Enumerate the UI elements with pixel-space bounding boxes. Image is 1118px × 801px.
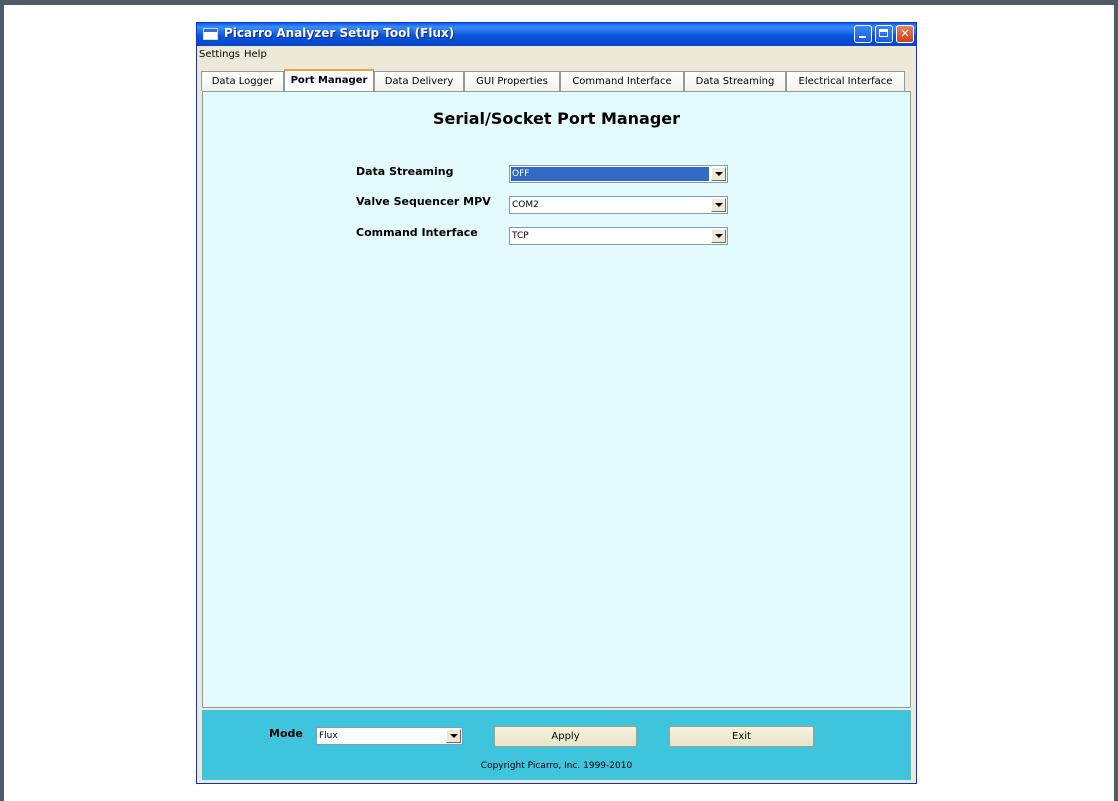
data-streaming-select[interactable]: OFF [509,165,728,183]
menu-help[interactable]: Help [244,49,267,60]
copyright-text: Copyright Picarro, Inc. 1999-2010 [480,761,633,771]
bottom-bar: Mode Flux Apply Exit Copyright Picarro, … [202,710,911,780]
tab-gui-properties[interactable]: GUI Properties [464,71,560,91]
valve-sequencer-label: Valve Sequencer MPV [356,195,491,208]
window-title: Picarro Analyzer Setup Tool (Flux) [224,26,455,40]
exit-button[interactable]: Exit [669,726,814,747]
command-interface-value: TCP [512,231,529,241]
close-button[interactable]: ✕ [896,25,914,43]
chevron-down-icon[interactable] [446,729,461,743]
mode-select[interactable]: Flux [316,727,463,745]
data-streaming-label: Data Streaming [356,165,454,178]
maximize-button[interactable] [875,25,893,43]
menu-bar: Settings Help [197,46,916,64]
apply-button[interactable]: Apply [494,726,637,747]
chevron-down-icon[interactable] [711,167,726,181]
chevron-down-icon[interactable] [711,198,726,212]
chevron-down-icon[interactable] [711,229,726,243]
command-interface-label: Command Interface [356,226,478,239]
valve-sequencer-value: COM2 [512,200,539,210]
app-window-icon [203,28,218,40]
tab-data-delivery[interactable]: Data Delivery [374,71,464,91]
mode-label: Mode [269,727,303,740]
minimize-button[interactable] [854,25,872,43]
tab-data-logger[interactable]: Data Logger [201,71,284,91]
tab-command-interface[interactable]: Command Interface [560,71,684,91]
command-interface-select[interactable]: TCP [509,227,728,245]
data-streaming-value: OFF [512,169,530,179]
mode-value: Flux [319,731,338,741]
app-window: Picarro Analyzer Setup Tool (Flux) ✕ Set… [196,22,917,784]
tab-data-streaming[interactable]: Data Streaming [684,71,786,91]
tab-strip: Data Logger Port Manager Data Delivery G… [201,69,910,92]
panel-title: Serial/Socket Port Manager [432,109,681,128]
menu-settings[interactable]: Settings [199,49,240,60]
port-manager-panel: Serial/Socket Port Manager Data Streamin… [202,91,911,708]
title-bar[interactable]: Picarro Analyzer Setup Tool (Flux) ✕ [197,23,916,46]
valve-sequencer-select[interactable]: COM2 [509,196,728,214]
tab-port-manager[interactable]: Port Manager [284,69,374,92]
selection-highlight [511,167,709,181]
tab-electrical-interface[interactable]: Electrical Interface [786,71,905,91]
